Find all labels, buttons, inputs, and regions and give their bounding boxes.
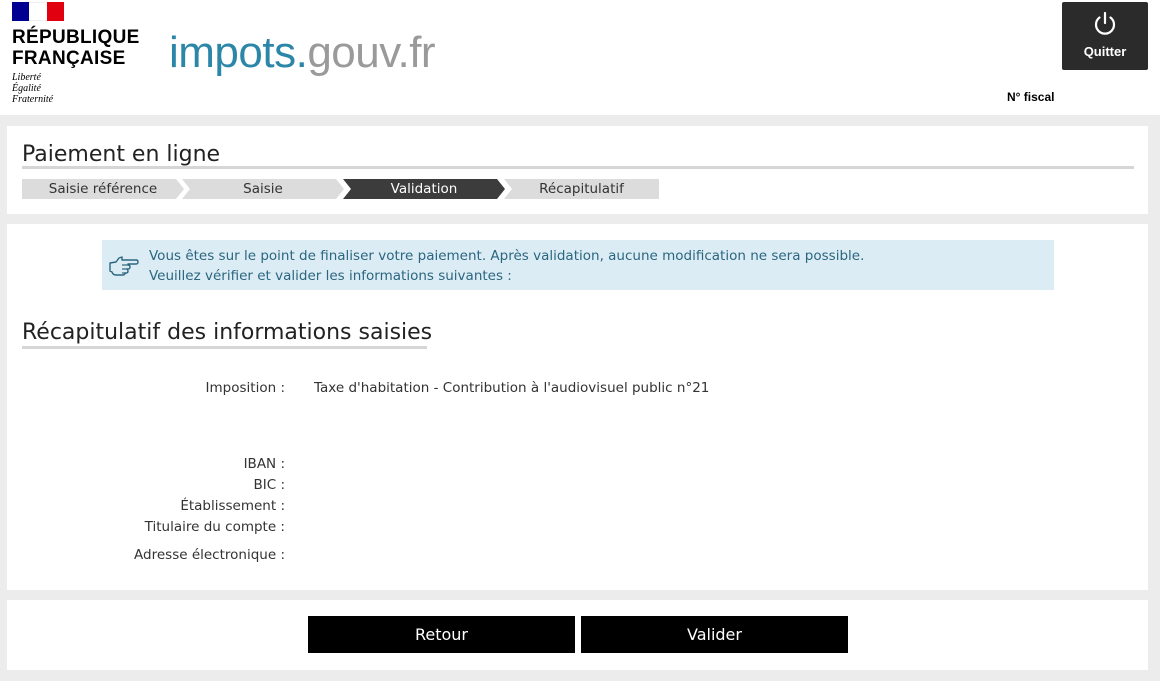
field-value-imposition: Taxe d'habitation - Contribution à l'aud…	[314, 380, 710, 396]
impots-gouv-logo[interactable]: impots.gouv.fr	[169, 28, 436, 78]
info-text-line2: Veuillez vérifier et valider les informa…	[149, 268, 512, 284]
field-label-iban: IBAN :	[243, 456, 285, 472]
page-title: Paiement en ligne	[22, 142, 221, 167]
info-text-line1: Vous êtes sur le point de finaliser votr…	[149, 248, 865, 264]
back-button[interactable]: Retour	[308, 616, 575, 653]
summary-panel: Vous êtes sur le point de finaliser votr…	[7, 224, 1148, 590]
actions-panel: Retour Valider	[7, 600, 1148, 670]
republique-francaise-logo: RÉPUBLIQUE FRANÇAISE	[12, 27, 140, 69]
fiscal-number-label: N° fiscal	[1007, 90, 1055, 104]
power-icon	[1094, 11, 1116, 35]
step-recapitulatif: Récapitulatif	[504, 179, 659, 199]
field-label-email: Adresse électronique :	[134, 547, 285, 563]
info-banner: Vous êtes sur le point de finaliser votr…	[102, 240, 1054, 290]
section-title: Récapitulatif des informations saisies	[22, 320, 433, 345]
french-flag-icon	[12, 2, 64, 21]
step-saisie: Saisie	[182, 179, 344, 199]
field-label-imposition: Imposition :	[205, 380, 285, 396]
field-label-bic: BIC :	[253, 477, 285, 493]
field-label-titulaire: Titulaire du compte :	[144, 519, 285, 535]
step-validation-active: Validation	[343, 179, 505, 199]
title-panel: Paiement en ligne Saisie référence Saisi…	[7, 126, 1148, 214]
field-label-etablissement: Établissement :	[180, 498, 285, 514]
quit-label: Quitter	[1083, 44, 1127, 59]
step-saisie-reference: Saisie référence	[22, 179, 184, 199]
title-divider	[22, 166, 1134, 169]
devise: Liberté Égalité Fraternité	[12, 72, 54, 105]
section-divider	[22, 346, 427, 349]
quit-button[interactable]: Quitter	[1062, 2, 1148, 70]
validate-button[interactable]: Valider	[581, 616, 848, 653]
pointing-hand-icon	[109, 256, 139, 276]
site-header: RÉPUBLIQUE FRANÇAISE Liberté Égalité Fra…	[0, 0, 1160, 115]
